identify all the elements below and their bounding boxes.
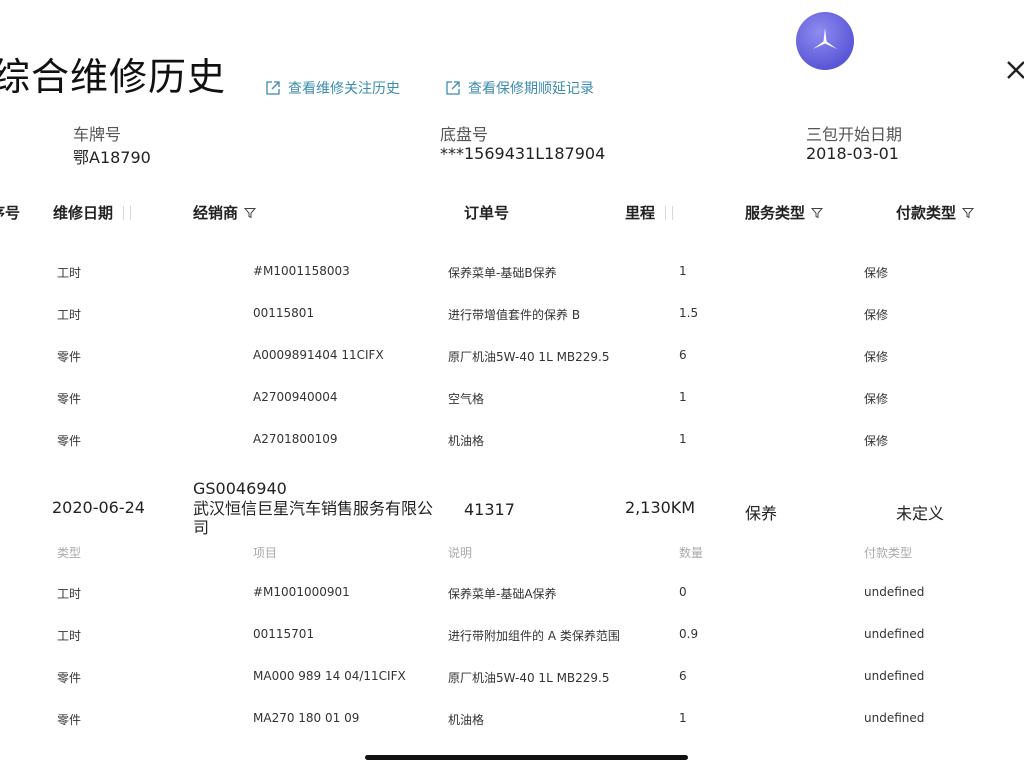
sub-header-payment: 付款类型 xyxy=(864,546,913,560)
item-payment: 保修 xyxy=(864,266,889,280)
dealer-name: 武汉恒信巨星汽车销售服务有限公司 xyxy=(193,499,434,537)
filter-icon[interactable] xyxy=(962,207,975,219)
item-payment: undefined xyxy=(864,711,925,725)
item-code: #M1001000901 xyxy=(253,585,350,599)
filter-icon[interactable] xyxy=(244,207,257,219)
item-quantity: 6 xyxy=(679,669,687,683)
item-type: 零件 xyxy=(57,392,82,406)
item-type: 工时 xyxy=(57,629,82,643)
sub-header-quantity: 数量 xyxy=(679,546,704,560)
column-header-label: 里程 xyxy=(625,204,656,222)
item-code: 00115801 xyxy=(253,306,315,320)
warranty-start-label: 三包开始日期 xyxy=(806,125,903,144)
item-code: A2700940004 xyxy=(253,390,338,404)
plate-value: 鄂A18790 xyxy=(73,148,151,167)
column-header-label: 付款类型 xyxy=(896,204,957,222)
column-header-label: 服务类型 xyxy=(745,204,806,222)
column-header-mileage[interactable]: 里程 xyxy=(625,202,674,223)
item-payment: undefined xyxy=(864,585,925,599)
item-type: 零件 xyxy=(57,671,82,685)
item-quantity: 1 xyxy=(679,711,687,725)
repair-date: 2020-06-24 xyxy=(52,498,145,517)
column-header-payment-type[interactable]: 付款类型 xyxy=(896,202,975,223)
warranty-start-value: 2018-03-01 xyxy=(806,144,899,163)
item-code: MA000 989 14 04/11CIFX xyxy=(253,669,406,683)
item-quantity: 6 xyxy=(679,348,687,362)
item-description: 进行带增值套件的保养 B xyxy=(448,308,581,322)
payment-type: 未定义 xyxy=(896,504,945,523)
item-description: 机油格 xyxy=(448,434,485,448)
mercedes-star-icon xyxy=(796,12,854,70)
item-payment: 保修 xyxy=(864,434,889,448)
sort-handle-icon[interactable] xyxy=(123,206,132,220)
home-indicator[interactable] xyxy=(365,755,688,760)
item-code: A2701800109 xyxy=(253,432,338,446)
sort-handle-icon[interactable] xyxy=(665,206,674,220)
link-label: 查看保修期顺延记录 xyxy=(468,81,594,97)
item-quantity: 0 xyxy=(679,585,687,599)
order-number: 41317 xyxy=(464,500,515,519)
column-header-label: 维修日期 xyxy=(53,204,114,222)
item-description: 机油格 xyxy=(448,713,485,727)
sub-header-type: 类型 xyxy=(57,546,82,560)
mileage: 2,130KM xyxy=(625,498,696,517)
sub-header-item: 项目 xyxy=(253,546,278,560)
item-type: 工时 xyxy=(57,266,82,280)
view-warranty-extension-link[interactable]: 查看保修期顺延记录 xyxy=(446,78,594,98)
plate-label: 车牌号 xyxy=(73,125,122,144)
item-description: 进行带附加组件的 A 类保养范围 xyxy=(448,629,620,643)
item-code: MA270 180 01 09 xyxy=(253,711,360,725)
item-type: 零件 xyxy=(57,350,82,364)
column-header-service-type[interactable]: 服务类型 xyxy=(745,202,824,223)
column-header-repair-date[interactable]: 维修日期 xyxy=(53,202,132,223)
external-link-icon xyxy=(266,81,280,95)
item-description: 原厂机油5W-40 1L MB229.5 xyxy=(448,350,610,364)
item-code: A0009891404 11CIFX xyxy=(253,348,384,362)
item-type: 零件 xyxy=(57,713,82,727)
item-description: 空气格 xyxy=(448,392,485,406)
link-label: 查看维修关注历史 xyxy=(288,81,400,97)
item-payment: undefined xyxy=(864,627,925,641)
item-quantity: 1 xyxy=(679,390,687,404)
item-code: #M1001158003 xyxy=(253,264,350,278)
item-quantity: 1 xyxy=(679,264,687,278)
item-payment: 保修 xyxy=(864,392,889,406)
item-quantity: 0.9 xyxy=(679,627,699,641)
page-title: 综合维修历史 xyxy=(0,55,227,99)
item-payment: 保修 xyxy=(864,308,889,322)
view-repair-attention-history-link[interactable]: 查看维修关注历史 xyxy=(266,78,400,98)
chassis-label: 底盘号 xyxy=(440,125,489,144)
column-header-dealer[interactable]: 经销商 xyxy=(193,202,257,223)
filter-icon[interactable] xyxy=(811,207,824,219)
column-header-label: 经销商 xyxy=(193,204,239,222)
item-quantity: 1.5 xyxy=(679,306,699,320)
chassis-value: ***1569431L187904 xyxy=(440,144,606,163)
item-type: 零件 xyxy=(57,434,82,448)
column-header-order-number: 订单号 xyxy=(464,204,510,222)
item-payment: undefined xyxy=(864,669,925,683)
item-description: 原厂机油5W-40 1L MB229.5 xyxy=(448,671,610,685)
dealer-code: GS0046940 xyxy=(193,479,287,498)
item-code: 00115701 xyxy=(253,627,315,641)
sub-header-description: 说明 xyxy=(448,546,473,560)
column-header-index: 序号 xyxy=(0,204,21,222)
external-link-icon xyxy=(446,81,460,95)
close-icon[interactable] xyxy=(1000,56,1024,86)
item-description: 保养菜单-基础A保养 xyxy=(448,587,557,601)
item-type: 工时 xyxy=(57,308,82,322)
service-type: 保养 xyxy=(745,504,778,523)
item-payment: 保修 xyxy=(864,350,889,364)
item-type: 工时 xyxy=(57,587,82,601)
item-description: 保养菜单-基础B保养 xyxy=(448,266,557,280)
item-quantity: 1 xyxy=(679,432,687,446)
